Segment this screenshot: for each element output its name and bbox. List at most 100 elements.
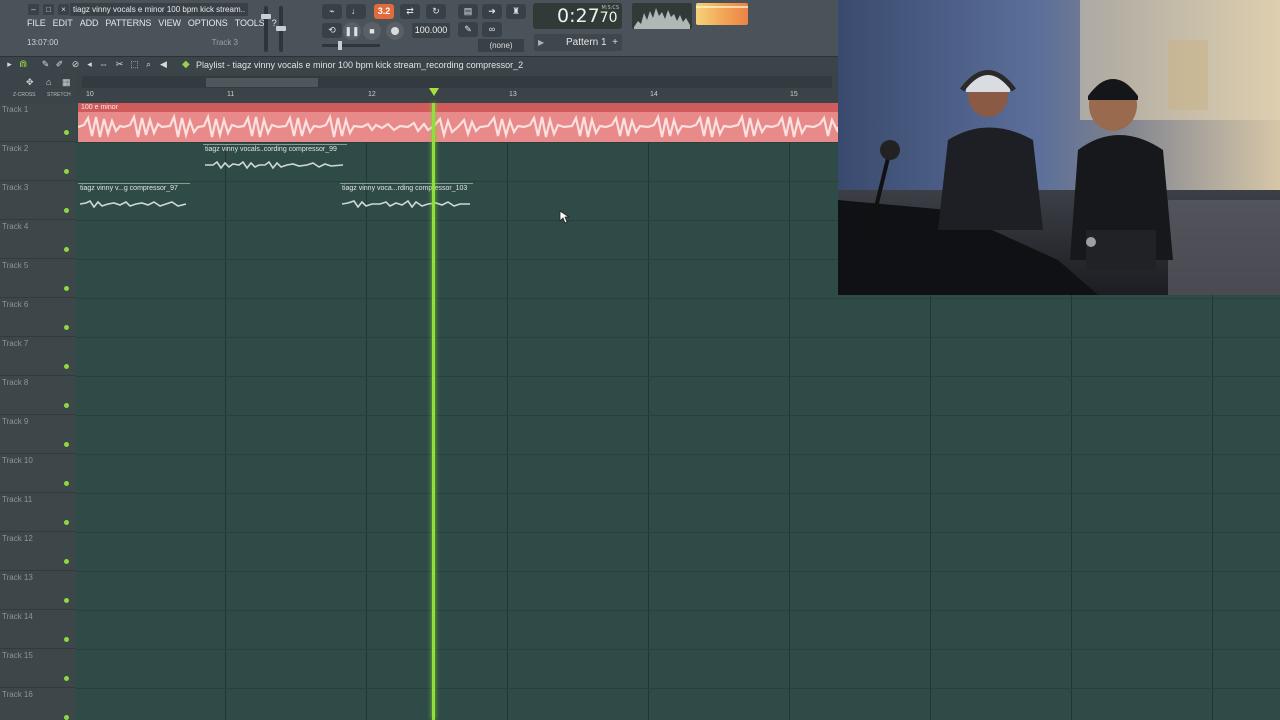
track-active-led[interactable] <box>64 403 69 408</box>
scrollbar-thumb[interactable] <box>206 78 318 87</box>
master-pitch-slider[interactable] <box>276 6 286 52</box>
master-volume-slider[interactable] <box>261 6 271 52</box>
fl-studio-screen: – □ × tiagz vinny vocals e minor 100 bpm… <box>0 0 1280 720</box>
hint-track: Track 3 <box>211 38 238 47</box>
track-active-led[interactable] <box>64 247 69 252</box>
track-header[interactable]: Track 11 <box>0 493 76 532</box>
audio-clip-vocals-97[interactable]: tiagz vinny v...g compressor_97 <box>78 183 190 217</box>
mute-icon[interactable]: ◂ <box>84 59 95 70</box>
horizontal-scrollbar[interactable] <box>82 76 832 88</box>
stop-button[interactable]: ■ <box>363 22 381 40</box>
main-pitch-slider[interactable] <box>322 41 380 50</box>
pencil-tool-icon[interactable]: ✎ <box>458 22 478 37</box>
select-icon[interactable]: ⬚ <box>129 59 140 70</box>
link-icon[interactable]: ∞ <box>482 22 502 37</box>
zoom-move-icon[interactable]: ✥ <box>26 77 34 88</box>
track-header[interactable]: Track 13 <box>0 571 76 610</box>
track-active-led[interactable] <box>64 208 69 213</box>
playlist-toolbar: ▸ ⋒ ✎ ✐ ⊘ ◂ ⇔ ✂ ⬚ ⌕ ◀ ◆ Playlist - tiagz… <box>0 57 838 73</box>
loop-record-icon[interactable]: ↻ <box>426 4 446 19</box>
track-active-led[interactable] <box>64 676 69 681</box>
metronome-icon[interactable]: ♩ <box>346 4 366 19</box>
audio-clip-vocals-99[interactable]: tiagz vinny vocals..cording compressor_9… <box>203 144 347 178</box>
track-active-led[interactable] <box>64 130 69 135</box>
loop-icon[interactable]: ⟲ <box>322 23 342 38</box>
track-active-led[interactable] <box>64 442 69 447</box>
track-header[interactable]: Track 7 <box>0 337 76 376</box>
pencil-icon[interactable]: ✎ <box>40 59 51 70</box>
clip-waveform <box>341 199 470 209</box>
playback-icon[interactable]: ◀ <box>158 59 169 70</box>
track-header[interactable]: Track 2 <box>0 142 76 181</box>
bar-line <box>225 103 226 720</box>
webcam-image <box>838 0 1280 295</box>
track-header[interactable]: Track 5 <box>0 259 76 298</box>
ruler-mark: 13 <box>509 91 517 98</box>
clip-waveform <box>79 199 187 209</box>
track-active-led[interactable] <box>64 559 69 564</box>
track-active-led[interactable] <box>64 520 69 525</box>
track-header[interactable]: Track 16 <box>0 688 76 720</box>
track-header[interactable]: Track 4 <box>0 220 76 259</box>
options-arrow-icon[interactable]: ▸ <box>4 59 15 70</box>
audio-clip-beat[interactable]: 100 e minor <box>78 103 838 142</box>
maximize-button[interactable]: □ <box>43 4 54 15</box>
track-active-led[interactable] <box>64 169 69 174</box>
track-active-led[interactable] <box>64 325 69 330</box>
option-zcross[interactable]: Z-CROSS <box>13 92 36 98</box>
menu-file[interactable]: FILE <box>27 18 46 28</box>
track-header[interactable]: Track 6 <box>0 298 76 337</box>
track-header[interactable]: Track 10 <box>0 454 76 493</box>
arrow-right-icon[interactable]: ➜ <box>482 4 502 19</box>
track-active-led[interactable] <box>64 598 69 603</box>
track-header[interactable]: Track 1 <box>0 103 76 142</box>
track-header[interactable]: Track 3 <box>0 181 76 220</box>
pattern-selector[interactable]: ▶ Pattern 1 + <box>534 34 622 51</box>
menu-add[interactable]: ADD <box>80 18 99 28</box>
menu-edit[interactable]: EDIT <box>53 18 73 28</box>
blend-notes-icon[interactable]: ⇄ <box>400 4 420 19</box>
lane-divider <box>76 610 1280 611</box>
delete-icon[interactable]: ⊘ <box>70 59 81 70</box>
pause-button[interactable]: ❚❚ <box>343 22 361 40</box>
menu-patterns[interactable]: PATTERNS <box>105 18 151 28</box>
close-button[interactable]: × <box>58 4 69 15</box>
grid-icon[interactable]: ▦ <box>62 77 71 88</box>
track-header[interactable]: Track 15 <box>0 649 76 688</box>
track-name: Track 6 <box>2 300 29 309</box>
add-pattern-icon[interactable]: + <box>612 34 618 51</box>
song-time-display[interactable]: 0:2770 M:S:CS <box>533 3 622 29</box>
slice-icon[interactable]: ✂ <box>114 59 125 70</box>
piano-icon[interactable]: ▤ <box>458 4 478 19</box>
tempo-display[interactable]: 100.000 <box>412 23 450 38</box>
menu-view[interactable]: VIEW <box>158 18 181 28</box>
track-header[interactable]: Track 8 <box>0 376 76 415</box>
ruler-mark: 14 <box>650 91 658 98</box>
minimize-button[interactable]: – <box>28 4 39 15</box>
track-header[interactable]: Track 12 <box>0 532 76 571</box>
track-active-led[interactable] <box>64 715 69 720</box>
record-button[interactable] <box>386 22 404 40</box>
menu-options[interactable]: OPTIONS <box>188 18 228 28</box>
pattern-select[interactable]: (none) <box>478 39 524 52</box>
track-active-led[interactable] <box>64 637 69 642</box>
option-stretch[interactable]: STRETCH <box>47 92 71 98</box>
playhead-marker[interactable] <box>429 88 439 96</box>
bell-icon[interactable]: ♜ <box>506 4 526 19</box>
audio-clip-vocals-103[interactable]: tiagz vinny voca...rding compressor_103 <box>340 183 473 217</box>
slip-icon[interactable]: ⇔ <box>98 59 109 70</box>
track-active-led[interactable] <box>64 481 69 486</box>
playhead-line[interactable] <box>432 103 435 720</box>
pattern-song-icon[interactable]: ⌁ <box>322 4 342 19</box>
track-active-led[interactable] <box>64 286 69 291</box>
step-edit-button[interactable]: 3.2 <box>374 4 394 19</box>
mouse-cursor-icon <box>559 210 571 224</box>
track-header[interactable]: Track 9 <box>0 415 76 454</box>
snap-icon[interactable]: ⌂ <box>46 77 51 87</box>
paint-icon[interactable]: ✐ <box>54 59 65 70</box>
zoom-icon[interactable]: ⌕ <box>143 59 154 70</box>
track-active-led[interactable] <box>64 364 69 369</box>
menu-tools[interactable]: TOOLS <box>235 18 265 28</box>
magnet-icon[interactable]: ⋒ <box>19 59 27 71</box>
track-header[interactable]: Track 14 <box>0 610 76 649</box>
